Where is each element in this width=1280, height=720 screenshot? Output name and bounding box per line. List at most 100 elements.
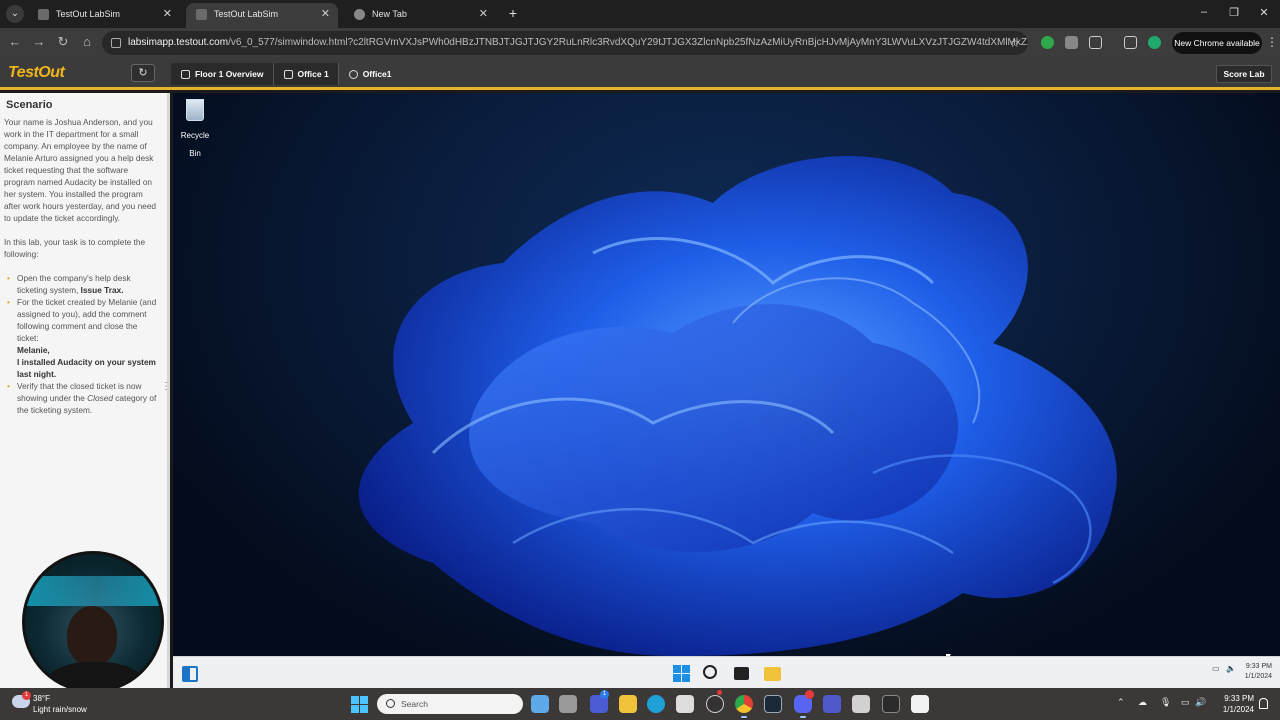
chrome-menu-icon[interactable]: ⋮ [1266, 35, 1278, 49]
vm-start-icon[interactable] [673, 665, 690, 682]
testout-favicon [38, 9, 49, 20]
epic-games-icon[interactable] [882, 695, 900, 713]
site-info-icon[interactable] [111, 38, 121, 48]
back-icon[interactable]: ← [6, 34, 24, 49]
layers-icon [181, 69, 190, 79]
vm-search-icon[interactable] [703, 665, 717, 679]
notification-dot [717, 690, 722, 695]
file-explorer-icon[interactable] [619, 695, 637, 713]
extensions-puzzle-icon[interactable] [1089, 36, 1102, 49]
notifications-icon[interactable] [1259, 698, 1268, 709]
vm-taskbar: ▭ 🔈 9:33 PM 1/1/2024 [173, 656, 1280, 688]
scenario-intro: Your name is Joshua Anderson, and you wo… [4, 117, 157, 223]
weather-widget[interactable]: 38°F Light rain/snow [33, 693, 87, 715]
task-item: Verify that the closed ticket is now sho… [4, 380, 161, 416]
teams-badge: 1 [600, 690, 609, 699]
testout-favicon [196, 9, 207, 20]
task-view-icon[interactable] [559, 695, 577, 713]
minimize-icon[interactable]: – [1194, 6, 1214, 18]
host-clock[interactable]: 9:33 PM 1/1/2024 [1208, 693, 1254, 715]
task-item: For the ticket created by Melanie (and a… [4, 296, 161, 380]
chrome-icon[interactable] [735, 695, 753, 718]
reset-lab-button[interactable]: ↻ [131, 64, 155, 82]
webcam-light [25, 576, 161, 606]
profile-avatar[interactable] [1148, 36, 1161, 49]
close-window-icon[interactable]: ✕ [1254, 6, 1274, 19]
copilot-icon[interactable] [531, 695, 549, 713]
host-clock-date: 1/1/2024 [1222, 705, 1254, 714]
vm-clock-date: 1/1/2024 [1244, 673, 1272, 680]
vm-desktop[interactable]: Recycle Bin [173, 93, 1280, 656]
recycle-bin-shortcut[interactable]: Recycle Bin [175, 99, 215, 161]
temperature: 38°F [33, 694, 50, 703]
new-tab-button[interactable]: + [505, 5, 521, 21]
task-list: Open the company's help desk ticketing s… [4, 272, 161, 416]
store-icon[interactable] [676, 695, 694, 713]
browser-toolbar: ← → ↻ ⌂ labsimapp.testout.com/v6_0_577/s… [0, 28, 1280, 58]
address-bar[interactable]: labsimapp.testout.com/v6_0_577/simwindow… [102, 31, 1028, 55]
browser-tab-strip: ⌄ TestOut LabSim ✕ TestOut LabSim ✕ New … [0, 0, 1280, 28]
score-lab-button[interactable]: Score Lab [1216, 65, 1272, 83]
start-button[interactable] [351, 696, 368, 713]
volume-icon[interactable]: 🔊 [1195, 697, 1206, 708]
reload-icon[interactable]: ↻ [54, 34, 72, 50]
breadcrumb-label: Office 1 [297, 69, 329, 79]
host-clock-time: 9:33 PM [1224, 694, 1254, 703]
url-path: /v6_0_577/simwindow.html?c2ltRGVmVXJsPWh… [228, 37, 1028, 48]
tab-search-button[interactable]: ⌄ [6, 5, 24, 23]
browser-tab-3[interactable]: New Tab ✕ [344, 3, 496, 28]
restore-icon[interactable]: ❐ [1224, 6, 1244, 19]
edge-icon[interactable] [647, 695, 665, 713]
forward-icon[interactable]: → [30, 34, 48, 49]
location-breadcrumb: Floor 1 Overview Office 1 Office1 [171, 63, 401, 85]
tab-title: TestOut LabSim [214, 9, 279, 19]
breadcrumb-office-1[interactable]: Office 1 [274, 63, 339, 85]
capcut-icon[interactable] [911, 695, 929, 713]
comment-body: I installed Audacity on your system last… [17, 357, 156, 379]
grammarly-extension-icon[interactable] [1041, 36, 1054, 49]
windows-bloom-wallpaper [358, 155, 1117, 656]
browser-tab-2[interactable]: TestOut LabSim ✕ [186, 3, 338, 28]
chrome-favicon [354, 9, 365, 20]
discord-badge [805, 690, 814, 699]
weather-badge: 1 [22, 691, 31, 700]
show-hidden-icons[interactable]: ⌃ [1117, 697, 1125, 708]
steam-icon[interactable] [764, 695, 782, 713]
side-panel-icon[interactable] [1124, 36, 1137, 49]
teams-work-icon[interactable] [823, 695, 841, 713]
webcam-overlay [22, 551, 164, 693]
breadcrumb-label: Office1 [362, 69, 392, 79]
task-text: For the ticket created by Melanie (and a… [17, 297, 157, 343]
microphone-icon[interactable]: 🎙 [1160, 697, 1171, 708]
home-icon[interactable]: ⌂ [78, 34, 96, 49]
widgets-icon[interactable] [182, 666, 198, 682]
url-host: labsimapp.testout.com [128, 37, 229, 48]
github-icon[interactable] [706, 695, 724, 713]
task-emphasis: Closed [87, 393, 113, 403]
recycle-bin-label: Recycle Bin [180, 131, 210, 158]
host-taskbar: 1 38°F Light rain/snow Search 1 ⌃ ☁ 🎙 ▭ … [0, 688, 1280, 720]
new-chrome-available-button[interactable]: New Chrome available [1172, 32, 1262, 54]
browser-tab-1[interactable]: TestOut LabSim ✕ [28, 3, 180, 28]
room-icon [283, 69, 293, 79]
close-tab-icon[interactable]: ✕ [321, 3, 330, 25]
task-intro: In this lab, your task is to complete th… [4, 237, 146, 259]
extension-icon[interactable] [1065, 36, 1078, 49]
vm-clock-time: 9:33 PM [1245, 663, 1272, 670]
taskbar-search-box[interactable]: Search [377, 694, 523, 714]
bookmark-star-icon[interactable]: ☆ [1009, 31, 1020, 55]
comment-greeting: Melanie, [17, 345, 50, 355]
testout-logo: TestOut [8, 64, 65, 81]
notepad-icon[interactable] [852, 695, 870, 713]
vm-clock[interactable]: 9:33 PM 1/1/2024 [1218, 662, 1272, 682]
panel-resize-handle[interactable]: ⋮ [161, 381, 171, 392]
breadcrumb-label: Floor 1 Overview [195, 69, 264, 79]
network-icon[interactable]: ▭ [1181, 697, 1190, 708]
onedrive-icon[interactable]: ☁ [1138, 697, 1147, 708]
breadcrumb-office1-computer[interactable]: Office1 [338, 63, 401, 85]
breadcrumb-floor-1-overview[interactable]: Floor 1 Overview [171, 63, 274, 85]
close-tab-icon[interactable]: ✕ [479, 3, 488, 25]
file-explorer-icon[interactable] [764, 667, 781, 681]
task-view-icon[interactable] [734, 667, 749, 680]
close-tab-icon[interactable]: ✕ [163, 3, 172, 25]
